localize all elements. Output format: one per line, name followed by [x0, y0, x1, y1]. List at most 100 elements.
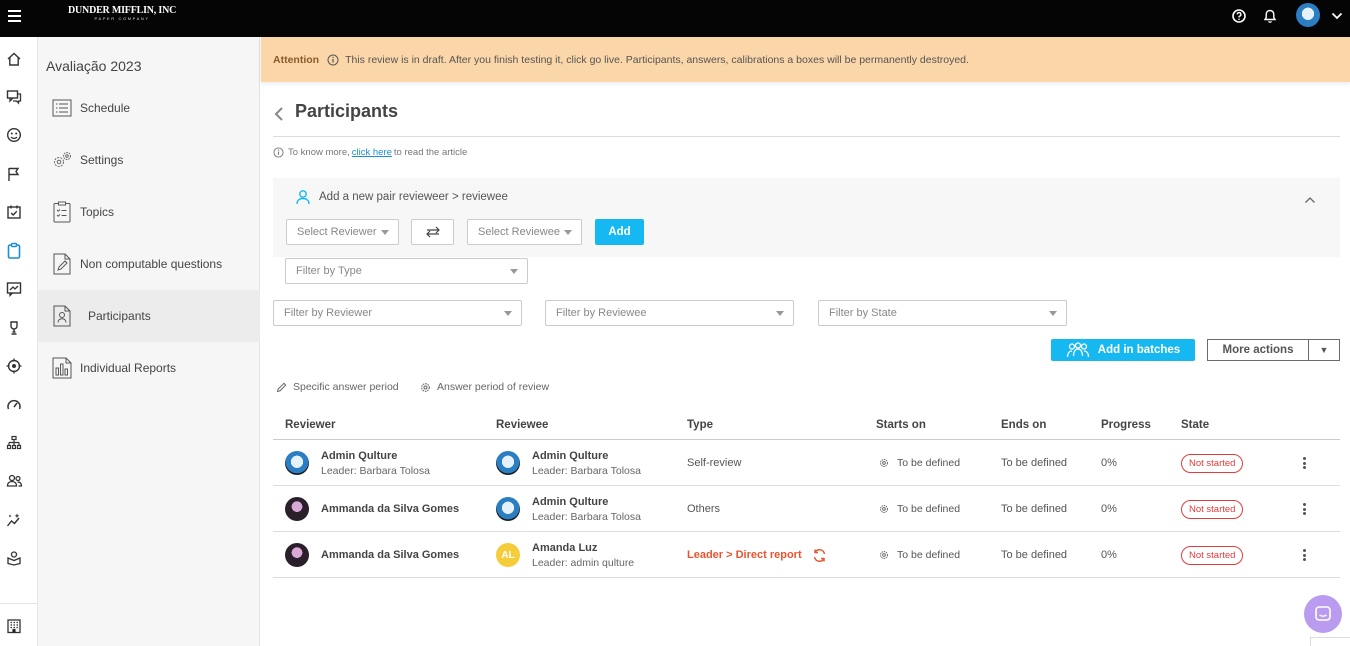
help-icon[interactable] — [1229, 6, 1249, 26]
specific-answer-period[interactable]: Specific answer period — [276, 381, 399, 393]
add-pair-button[interactable]: Add — [595, 219, 644, 245]
trophy-icon[interactable] — [5, 319, 23, 337]
support-chat-button[interactable] — [1304, 595, 1342, 633]
reviewer-name: Admin Qulture — [321, 449, 398, 462]
subnav-item-settings[interactable]: Settings — [38, 134, 260, 186]
header-type[interactable]: Type — [687, 419, 713, 431]
org-chart-icon[interactable] — [5, 434, 23, 452]
table-row[interactable]: Ammanda da Silva Gomes AL Amanda Luz Lea… — [273, 532, 1340, 578]
add-in-batches-button[interactable]: Add in batches — [1051, 339, 1195, 361]
info-suffix: to read the article — [393, 147, 468, 158]
subnav-item-schedule[interactable]: Schedule — [38, 82, 260, 134]
review-subnav: Avaliação 2023 Schedule Settings Topics … — [38, 37, 260, 646]
more-actions-button[interactable]: More actions ▼ — [1207, 339, 1340, 361]
chevron-up-icon[interactable] — [1304, 193, 1316, 207]
pencil-doc-icon — [50, 252, 74, 276]
back-icon[interactable] — [273, 104, 287, 124]
reviewee-name: Admin Qulture — [532, 449, 609, 462]
kebab-menu-icon[interactable] — [1297, 501, 1311, 517]
header-state[interactable]: State — [1181, 419, 1209, 431]
swap-button[interactable] — [411, 219, 454, 245]
table-row[interactable]: Admin Qulture Leader: Barbara Tolosa Adm… — [273, 440, 1340, 486]
calendar-check-icon[interactable] — [5, 203, 23, 221]
starts-value: To be defined — [897, 457, 961, 469]
subnav-item-individual-reports[interactable]: Individual Reports — [38, 342, 260, 394]
subnav-label: Non computable questions — [80, 257, 223, 271]
table-row[interactable]: Ammanda da Silva Gomes Admin Qulture Lea… — [273, 486, 1340, 532]
user-avatar[interactable] — [1296, 3, 1320, 27]
select-reviewer[interactable]: Select Reviewer — [286, 219, 399, 245]
help-article-link[interactable]: click here — [352, 147, 392, 158]
attention-message: This review is in draft. After you finis… — [345, 53, 969, 66]
graduation-icon[interactable] — [5, 549, 23, 567]
specific-period-label: Specific answer period — [293, 381, 399, 393]
home-icon[interactable] — [5, 50, 23, 68]
target-icon[interactable] — [5, 357, 23, 375]
bell-icon[interactable] — [1260, 6, 1280, 26]
filter-reviewer[interactable]: Filter by Reviewer — [273, 300, 522, 326]
review-title: Avaliação 2023 — [46, 58, 142, 74]
select-reviewee[interactable]: Select Reviewee — [467, 219, 582, 245]
rail-divider — [0, 603, 38, 604]
gear-icon — [879, 458, 889, 468]
state-cell: Not started — [1181, 532, 1244, 578]
reviewer-cell: Ammanda da Silva Gomes — [285, 532, 459, 578]
participants-table: Reviewer Reviewee Type Starts on Ends on… — [273, 411, 1340, 578]
ends-cell: To be defined — [1001, 503, 1068, 515]
kebab-menu-icon[interactable] — [1297, 455, 1311, 471]
subnav-item-non-computable[interactable]: Non computable questions — [38, 238, 260, 290]
menu-icon[interactable] — [8, 10, 21, 22]
flag-icon[interactable] — [5, 165, 23, 183]
info-icon — [327, 54, 339, 66]
refresh-icon[interactable] — [812, 548, 827, 563]
answer-period-review[interactable]: Answer period of review — [420, 381, 549, 393]
subnav-label: Participants — [88, 309, 151, 323]
starts-value: To be defined — [897, 549, 961, 561]
gauge-icon[interactable] — [5, 396, 23, 414]
select-reviewer-placeholder: Select Reviewer — [297, 226, 377, 238]
filter-state-placeholder: Filter by State — [829, 307, 897, 319]
filter-type-placeholder: Filter by Type — [296, 265, 362, 277]
avatar — [285, 451, 309, 475]
caret-down-icon — [1049, 311, 1057, 316]
subnav-item-topics[interactable]: Topics — [38, 186, 260, 238]
type-cell: Leader > Direct report — [687, 532, 827, 578]
header-progress[interactable]: Progress — [1101, 419, 1151, 431]
building-icon[interactable] — [5, 617, 23, 635]
pencil-icon — [276, 382, 287, 393]
header-reviewee[interactable]: Reviewee — [496, 419, 548, 431]
subnav-item-participants[interactable]: Participants — [38, 290, 260, 342]
add-pair-label: Add a new pair revieweer > reviewee — [319, 191, 508, 203]
ends-cell: To be defined — [1001, 457, 1068, 469]
row-actions — [1297, 440, 1311, 486]
caret-down-icon — [776, 311, 784, 316]
smile-icon[interactable] — [5, 126, 23, 144]
header-starts-on[interactable]: Starts on — [876, 419, 926, 431]
avatar — [285, 497, 309, 521]
type-cell: Others — [687, 503, 721, 515]
main-content: Attention This review is in draft. After… — [261, 37, 1350, 646]
dropdown-arrow-icon[interactable]: ▼ — [1309, 340, 1339, 360]
chat-icon[interactable] — [5, 88, 23, 106]
starts-value: To be defined — [897, 503, 961, 515]
filter-reviewee[interactable]: Filter by Reviewee — [545, 300, 794, 326]
filter-state[interactable]: Filter by State — [818, 300, 1067, 326]
header-ends-on[interactable]: Ends on — [1001, 419, 1046, 431]
status-badge: Not started — [1181, 453, 1244, 473]
reviewee-leader: Leader: Barbara Tolosa — [532, 510, 641, 523]
subnav-label: Schedule — [80, 101, 131, 115]
logo-line-2: PAPER COMPANY — [94, 16, 150, 21]
icon-rail — [0, 37, 38, 646]
chevron-down-icon[interactable] — [1327, 6, 1347, 26]
kebab-menu-icon[interactable] — [1297, 547, 1311, 563]
header-reviewer[interactable]: Reviewer — [285, 419, 336, 431]
sparkle-chart-icon[interactable] — [5, 511, 23, 529]
subnav-label: Topics — [80, 205, 115, 219]
users-icon[interactable] — [5, 472, 23, 490]
chart-chat-icon[interactable] — [5, 280, 23, 298]
clipboard-icon[interactable] — [5, 241, 23, 259]
filter-type[interactable]: Filter by Type — [285, 258, 528, 284]
gear-icon — [420, 382, 431, 393]
review-period-label: Answer period of review — [437, 381, 550, 393]
company-logo[interactable]: DUNDER MIFFLIN, INC PAPER COMPANY — [68, 5, 176, 21]
